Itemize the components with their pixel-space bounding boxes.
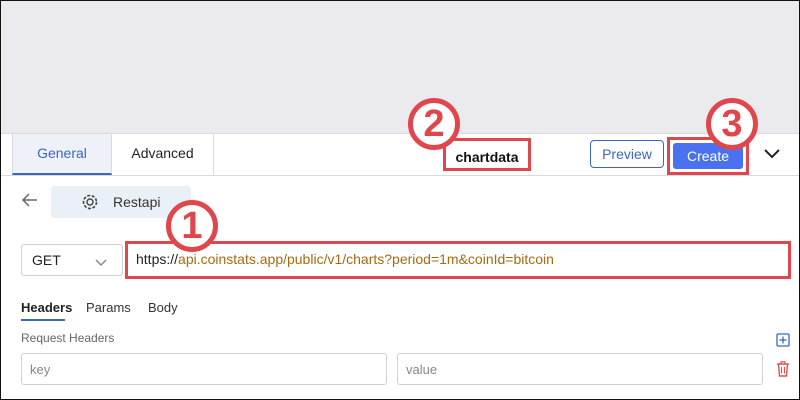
chevron-down-icon[interactable] [761, 144, 783, 164]
annotation-marker-2: 2 [408, 98, 460, 150]
chevron-down-icon [94, 255, 108, 267]
flow-name: chartdata [443, 138, 531, 171]
tab-body[interactable]: Body [148, 300, 178, 315]
value-placeholder: value [406, 362, 438, 377]
request-headers-label: Request Headers [21, 331, 115, 345]
tab-params[interactable]: Params [86, 300, 131, 315]
method-select[interactable]: GET [21, 244, 123, 276]
value-field[interactable]: value [397, 353, 763, 385]
tab-general[interactable]: General [12, 134, 112, 175]
annotation-marker-1: 1 [166, 200, 218, 252]
url-highlight: https://api.coinstats.app/public/v1/char… [125, 241, 791, 279]
trash-icon[interactable] [776, 361, 790, 377]
tab-advanced[interactable]: Advanced [112, 134, 214, 175]
key-placeholder: key [30, 362, 51, 377]
request-panel: General Advanced chartdata Preview Creat… [1, 133, 799, 400]
top-empty-area [1, 1, 799, 133]
method-value: GET [32, 252, 61, 268]
url-scheme: https:// [136, 251, 179, 267]
gear-icon [81, 193, 99, 211]
url-path: api.coinstats.app/public/v1/charts?perio… [178, 251, 554, 267]
tab-bar: General Advanced chartdata Preview Creat… [1, 134, 799, 176]
add-icon[interactable] [776, 333, 790, 347]
active-tab-underline [21, 319, 65, 321]
annotation-marker-3: 3 [706, 98, 758, 150]
back-arrow-icon[interactable] [21, 192, 39, 208]
key-field[interactable]: key [21, 353, 387, 385]
app-name: Restapi [113, 194, 161, 210]
preview-button[interactable]: Preview [590, 140, 664, 168]
url-input[interactable]: https://api.coinstats.app/public/v1/char… [136, 251, 554, 267]
tab-headers[interactable]: Headers [21, 300, 72, 315]
